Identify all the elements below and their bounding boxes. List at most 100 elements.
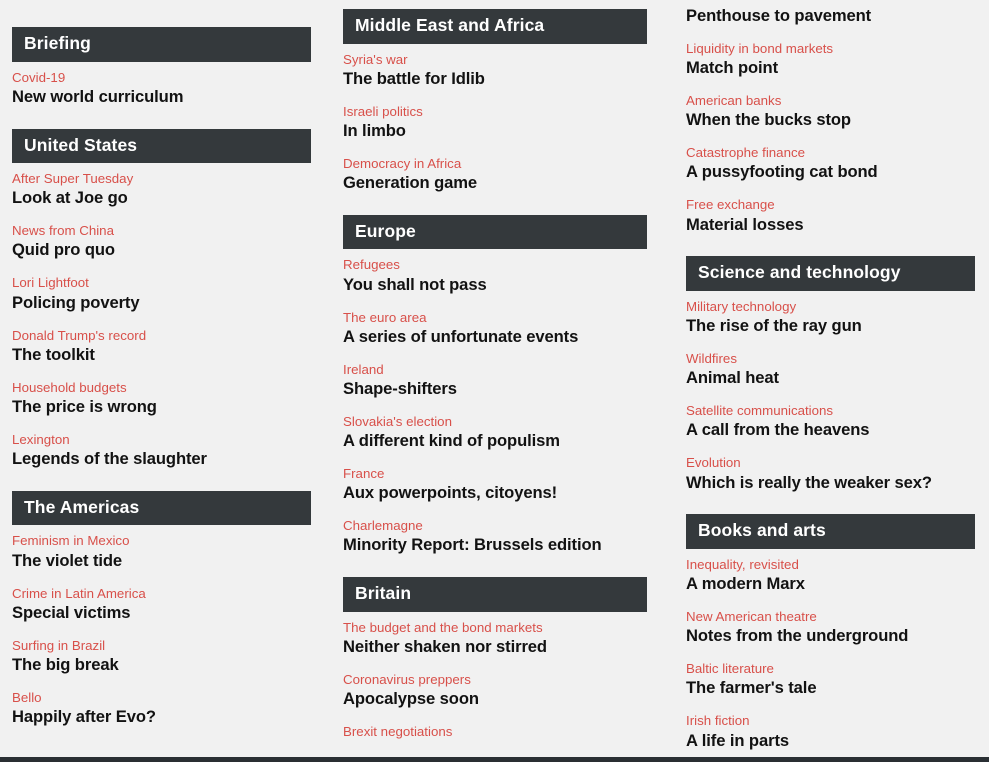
article-rubric[interactable]: Israeli politics: [343, 104, 647, 120]
article-rubric[interactable]: The euro area: [343, 310, 647, 326]
list-item[interactable]: Inequality, revisited A modern Marx: [686, 557, 975, 594]
article-headline[interactable]: When the bucks stop: [686, 110, 975, 130]
list-item[interactable]: Coronavirus preppers Apocalypse soon: [343, 672, 647, 709]
list-item[interactable]: Wildfires Animal heat: [686, 351, 975, 388]
list-item[interactable]: Liquidity in bond markets Match point: [686, 41, 975, 78]
article-rubric[interactable]: Feminism in Mexico: [12, 533, 311, 549]
list-item[interactable]: Catastrophe finance A pussyfooting cat b…: [686, 145, 975, 182]
article-headline[interactable]: Notes from the underground: [686, 626, 975, 646]
article-headline[interactable]: New world curriculum: [12, 87, 311, 107]
article-rubric[interactable]: New American theatre: [686, 609, 975, 625]
article-headline[interactable]: A call from the heavens: [686, 420, 975, 440]
article-headline[interactable]: Minority Report: Brussels edition: [343, 535, 647, 555]
list-item[interactable]: Lori Lightfoot Policing poverty: [12, 275, 311, 312]
list-item[interactable]: Evolution Which is really the weaker sex…: [686, 455, 975, 492]
article-headline[interactable]: Look at Joe go: [12, 188, 311, 208]
article-rubric[interactable]: The budget and the bond markets: [343, 620, 647, 636]
list-item[interactable]: Lexington Legends of the slaughter: [12, 432, 311, 469]
list-item[interactable]: Surfing in Brazil The big break: [12, 638, 311, 675]
article-headline[interactable]: The violet tide: [12, 551, 311, 571]
article-headline[interactable]: Animal heat: [686, 368, 975, 388]
list-item[interactable]: Refugees You shall not pass: [343, 257, 647, 294]
list-item[interactable]: Military technology The rise of the ray …: [686, 299, 975, 336]
article-rubric[interactable]: Evolution: [686, 455, 975, 471]
list-item[interactable]: Irish fiction A life in parts: [686, 713, 975, 750]
article-headline[interactable]: Shape-shifters: [343, 379, 647, 399]
list-item[interactable]: Donald Trump's record The toolkit: [12, 328, 311, 365]
article-rubric[interactable]: Satellite communications: [686, 403, 975, 419]
article-rubric[interactable]: Covid-19: [12, 70, 311, 86]
article-headline[interactable]: Happily after Evo?: [12, 707, 311, 727]
article-rubric[interactable]: News from China: [12, 223, 311, 239]
list-item[interactable]: Covid-19 New world curriculum: [12, 70, 311, 107]
list-item[interactable]: News from China Quid pro quo: [12, 223, 311, 260]
article-headline[interactable]: The toolkit: [12, 345, 311, 365]
article-headline[interactable]: Penthouse to pavement: [686, 6, 975, 26]
article-headline[interactable]: The price is wrong: [12, 397, 311, 417]
article-rubric[interactable]: Free exchange: [686, 197, 975, 213]
list-item[interactable]: Syria's war The battle for Idlib: [343, 52, 647, 89]
article-rubric[interactable]: Surfing in Brazil: [12, 638, 311, 654]
article-headline[interactable]: Neither shaken nor stirred: [343, 637, 647, 657]
article-headline[interactable]: Match point: [686, 58, 975, 78]
article-rubric[interactable]: Syria's war: [343, 52, 647, 68]
list-item[interactable]: New American theatre Notes from the unde…: [686, 609, 975, 646]
article-headline[interactable]: Policing poverty: [12, 293, 311, 313]
article-headline[interactable]: A different kind of populism: [343, 431, 647, 451]
article-rubric[interactable]: Military technology: [686, 299, 975, 315]
article-rubric[interactable]: France: [343, 466, 647, 482]
article-rubric[interactable]: American banks: [686, 93, 975, 109]
article-rubric[interactable]: Donald Trump's record: [12, 328, 311, 344]
article-rubric[interactable]: Coronavirus preppers: [343, 672, 647, 688]
article-headline[interactable]: The battle for Idlib: [343, 69, 647, 89]
list-item[interactable]: France Aux powerpoints, citoyens!: [343, 466, 647, 503]
article-rubric[interactable]: Irish fiction: [686, 713, 975, 729]
list-item[interactable]: Bello Happily after Evo?: [12, 690, 311, 727]
article-rubric[interactable]: Charlemagne: [343, 518, 647, 534]
article-headline[interactable]: Generation game: [343, 173, 647, 193]
list-item[interactable]: Baltic literature The farmer's tale: [686, 661, 975, 698]
list-item[interactable]: Ireland Shape-shifters: [343, 362, 647, 399]
article-headline[interactable]: You shall not pass: [343, 275, 647, 295]
article-headline[interactable]: A series of unfortunate events: [343, 327, 647, 347]
article-rubric[interactable]: Democracy in Africa: [343, 156, 647, 172]
article-headline[interactable]: The farmer's tale: [686, 678, 975, 698]
article-rubric[interactable]: Baltic literature: [686, 661, 975, 677]
article-rubric[interactable]: Bello: [12, 690, 311, 706]
list-item[interactable]: The euro area A series of unfortunate ev…: [343, 310, 647, 347]
article-rubric[interactable]: Catastrophe finance: [686, 145, 975, 161]
article-headline[interactable]: Quid pro quo: [12, 240, 311, 260]
article-rubric[interactable]: Lexington: [12, 432, 311, 448]
list-item[interactable]: Democracy in Africa Generation game: [343, 156, 647, 193]
article-headline[interactable]: Legends of the slaughter: [12, 449, 311, 469]
article-rubric[interactable]: After Super Tuesday: [12, 171, 311, 187]
article-headline[interactable]: A modern Marx: [686, 574, 975, 594]
article-headline[interactable]: Special victims: [12, 603, 311, 623]
article-headline[interactable]: Which is really the weaker sex?: [686, 473, 975, 493]
list-item[interactable]: Household budgets The price is wrong: [12, 380, 311, 417]
article-rubric[interactable]: Household budgets: [12, 380, 311, 396]
list-item[interactable]: The budget and the bond markets Neither …: [343, 620, 647, 657]
article-rubric[interactable]: Wildfires: [686, 351, 975, 367]
list-item[interactable]: Slovakia's election A different kind of …: [343, 414, 647, 451]
list-item[interactable]: Israeli politics In limbo: [343, 104, 647, 141]
article-rubric[interactable]: Brexit negotiations: [343, 724, 647, 740]
article-headline[interactable]: Material losses: [686, 215, 975, 235]
list-item[interactable]: Brexit negotiations: [343, 724, 647, 740]
article-rubric[interactable]: Crime in Latin America: [12, 586, 311, 602]
article-headline[interactable]: A life in parts: [686, 731, 975, 751]
article-rubric[interactable]: Slovakia's election: [343, 414, 647, 430]
article-rubric[interactable]: Inequality, revisited: [686, 557, 975, 573]
article-headline[interactable]: In limbo: [343, 121, 647, 141]
article-rubric[interactable]: Ireland: [343, 362, 647, 378]
article-rubric[interactable]: Refugees: [343, 257, 647, 273]
article-headline[interactable]: A pussyfooting cat bond: [686, 162, 975, 182]
list-item[interactable]: Charlemagne Minority Report: Brussels ed…: [343, 518, 647, 555]
list-item[interactable]: After Super Tuesday Look at Joe go: [12, 171, 311, 208]
article-headline[interactable]: The big break: [12, 655, 311, 675]
article-headline[interactable]: The rise of the ray gun: [686, 316, 975, 336]
list-item[interactable]: Penthouse to pavement: [686, 6, 975, 26]
article-headline[interactable]: Aux powerpoints, citoyens!: [343, 483, 647, 503]
article-headline[interactable]: Apocalypse soon: [343, 689, 647, 709]
article-rubric[interactable]: Lori Lightfoot: [12, 275, 311, 291]
